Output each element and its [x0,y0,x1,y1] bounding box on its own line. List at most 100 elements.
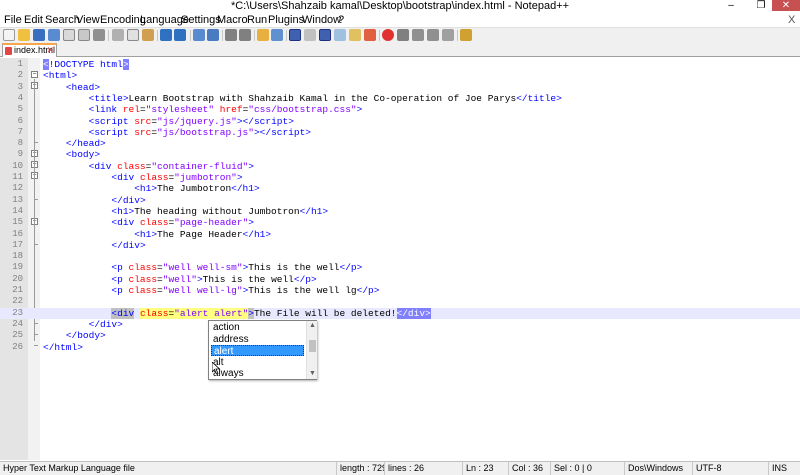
folder-workspace-icon[interactable] [364,29,376,41]
code-text: </html> [43,341,83,353]
code-text: <p class="well well-lg">This is the well… [111,285,380,296]
menu-view[interactable]: View [76,14,100,26]
code-line: 2 <html> [0,70,800,81]
menu-macro[interactable]: Macro [217,14,248,26]
line-number: 16 [12,228,23,239]
word-wrap-icon[interactable] [289,29,301,41]
status-lines: lines : 26 [384,462,462,475]
code-text: <div class="page-header"> [111,217,254,229]
autocomplete-item[interactable]: action [211,322,304,333]
code-line: 16 <h1>The Page Header</h1> [0,229,800,240]
autocomplete-item[interactable]: alt [211,357,304,368]
zoom-out-icon[interactable] [239,29,251,41]
menu-help[interactable]: ? [338,14,344,26]
code-line: 26 </html> [0,342,800,353]
sync-vertical-icon[interactable] [257,29,269,41]
toolbar-separator [190,30,191,41]
code-text: <script src="js/jquery.js"></script> [88,115,294,127]
paste-icon[interactable] [142,29,154,41]
editor[interactable]: − − − − − − 1 <!DOCTYPE html> 2 <html> 3… [0,58,800,460]
find-icon[interactable] [193,29,205,41]
play-multiple-icon[interactable] [427,29,439,41]
save-macro-icon[interactable] [442,29,454,41]
code-line: 7 <script src="js/bootstrap.js"></script… [0,127,800,138]
copy-icon[interactable] [127,29,139,41]
code-text: <h1>The Jumbotron</h1> [134,183,260,195]
menu-edit[interactable]: Edit [24,14,43,26]
replace-icon[interactable] [207,29,219,41]
tab-index-html[interactable]: index.html ✕ [2,43,57,57]
code-line: 25 </body> [0,330,800,341]
code-line: 8 </head> [0,138,800,149]
code-line: 10 <div class="container-fluid"> [0,161,800,172]
zoom-in-icon[interactable] [225,29,237,41]
line-number: 11 [12,172,23,182]
scroll-down-icon[interactable]: ▼ [307,369,318,378]
document-close-icon[interactable]: X [788,14,795,26]
close-button[interactable]: ✕ [772,0,800,11]
save-icon[interactable] [33,29,45,41]
undo-icon[interactable] [160,29,172,41]
status-line-pos: Ln : 23 [462,462,508,475]
redo-icon[interactable] [174,29,186,41]
play-macro-icon[interactable] [412,29,424,41]
save-all-icon[interactable] [48,29,60,41]
toolbar-separator [222,30,223,41]
line-number: 17 [12,239,23,250]
sync-horizontal-icon[interactable] [271,29,283,41]
line-number: 22 [12,296,23,307]
autocomplete-item-selected[interactable]: alert [211,345,304,357]
toolbar-separator [157,30,158,41]
new-file-icon[interactable] [3,29,15,41]
code-line: 17 </div> [0,240,800,251]
tab-close-icon[interactable]: ✕ [46,45,54,56]
code-text: <body> [65,149,101,161]
function-list-icon[interactable] [349,29,361,41]
autocomplete-scrollbar[interactable]: ▲ ▼ [306,321,317,379]
code-text: <!DOCTYPE html> [43,59,129,70]
scroll-thumb[interactable] [309,340,316,352]
toolbar-separator [379,30,380,41]
menu-file[interactable]: File [4,14,22,26]
code-line: 14 <h1>The heading without Jumbotron</h1… [0,206,800,217]
code-line: 15 <div class="page-header"> [0,217,800,228]
minimize-button[interactable]: – [718,0,744,11]
cut-icon[interactable] [112,29,124,41]
status-column: Col : 36 [508,462,550,475]
autocomplete-item[interactable]: always [211,368,304,379]
menu-run[interactable]: Run [247,14,267,26]
toolbar-separator [254,30,255,41]
line-number: 15 [12,217,23,228]
autocomplete-item[interactable]: address [211,334,304,345]
code-text: <head> [65,81,101,93]
menu-search[interactable]: Search [45,14,80,26]
scroll-up-icon[interactable]: ▲ [307,321,318,330]
tab-bar: index.html ✕ [0,42,800,57]
stop-macro-icon[interactable] [397,29,409,41]
indent-guide-icon[interactable] [319,29,331,41]
record-macro-icon[interactable] [382,29,394,41]
print-icon[interactable] [93,29,105,41]
status-length: length : 729 [336,462,384,475]
autocomplete-popup[interactable]: action address alert alt always ▲ ▼ [208,320,317,380]
current-code-line: 23 <div class="alert alert">The File wil… [0,307,800,319]
status-encoding[interactable]: UTF-8 [692,462,768,475]
code-line: 12 <h1>The Jumbotron</h1> [0,183,800,194]
status-eol[interactable]: Dos\Windows [624,462,692,475]
code-line: 20 <p class="well">This is the well</p> [0,274,800,285]
code-line: 4 <title>Learn Bootstrap with Shahzaib K… [0,93,800,104]
maximize-button[interactable]: ❐ [748,0,774,11]
document-map-icon[interactable] [334,29,346,41]
menu-settings[interactable]: Settings [181,14,221,26]
plugin-icon[interactable] [460,29,472,41]
menu-encoding[interactable]: Encoding [100,14,146,26]
open-file-icon[interactable] [18,29,30,41]
line-number: 7 [17,126,23,137]
menu-window[interactable]: Window [302,14,341,26]
close-file-icon[interactable] [63,29,75,41]
show-all-chars-icon[interactable] [304,29,316,41]
close-all-icon[interactable] [78,29,90,41]
status-insert-mode[interactable]: INS [768,462,800,475]
menu-plugins[interactable]: Plugins [268,14,304,26]
code-text: <h1>The heading without Jumbotron</h1> [111,205,329,217]
